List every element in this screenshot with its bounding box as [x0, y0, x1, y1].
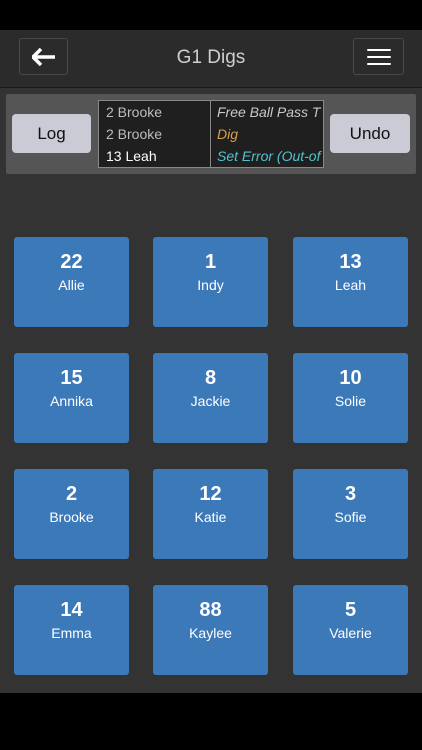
player-tile[interactable]: 13 Leah — [293, 237, 408, 327]
player-number: 13 — [339, 251, 362, 273]
player-name: Sofie — [334, 509, 367, 525]
player-name: Jackie — [190, 393, 231, 409]
player-name: Annika — [50, 393, 93, 409]
player-name: Indy — [197, 277, 224, 293]
player-tile[interactable]: 2 Brooke — [14, 469, 129, 559]
player-name: Valerie — [329, 625, 372, 641]
player-number: 10 — [339, 367, 362, 389]
player-name: Kaylee — [189, 625, 232, 641]
player-tile[interactable]: 14 Emma — [14, 585, 129, 675]
player-tile[interactable]: 3 Sofie — [293, 469, 408, 559]
player-name: Leah — [334, 277, 367, 293]
player-tile[interactable]: 10 Solie — [293, 353, 408, 443]
player-tile[interactable]: 88 Kaylee — [153, 585, 268, 675]
player-number: 2 — [65, 483, 78, 505]
player-name: Katie — [194, 509, 227, 525]
player-name: Brooke — [49, 509, 94, 525]
player-number: 3 — [344, 483, 357, 505]
player-number: 8 — [204, 367, 217, 389]
player-tile[interactable]: 8 Jackie — [153, 353, 268, 443]
player-tile[interactable]: 12 Katie — [153, 469, 268, 559]
player-number: 12 — [199, 483, 222, 505]
player-tile[interactable]: 5 Valerie — [293, 585, 408, 675]
player-tile[interactable]: 15 Annika — [14, 353, 129, 443]
player-number: 15 — [60, 367, 83, 389]
player-number: 22 — [60, 251, 83, 273]
player-name: Allie — [58, 277, 85, 293]
player-grid: 22 Allie 1 Indy 13 Leah 15 Annika 8 Jack… — [0, 30, 422, 693]
player-number: 88 — [199, 599, 222, 621]
player-name: Emma — [51, 625, 92, 641]
player-tile[interactable]: 1 Indy — [153, 237, 268, 327]
app-screen: G1 Digs Log 2 Brooke 2 Brooke 13 Leah Fr… — [0, 30, 422, 693]
player-number: 5 — [344, 599, 357, 621]
player-tile[interactable]: 22 Allie — [14, 237, 129, 327]
player-name: Solie — [334, 393, 367, 409]
player-number: 14 — [60, 599, 83, 621]
player-number: 1 — [204, 251, 217, 273]
